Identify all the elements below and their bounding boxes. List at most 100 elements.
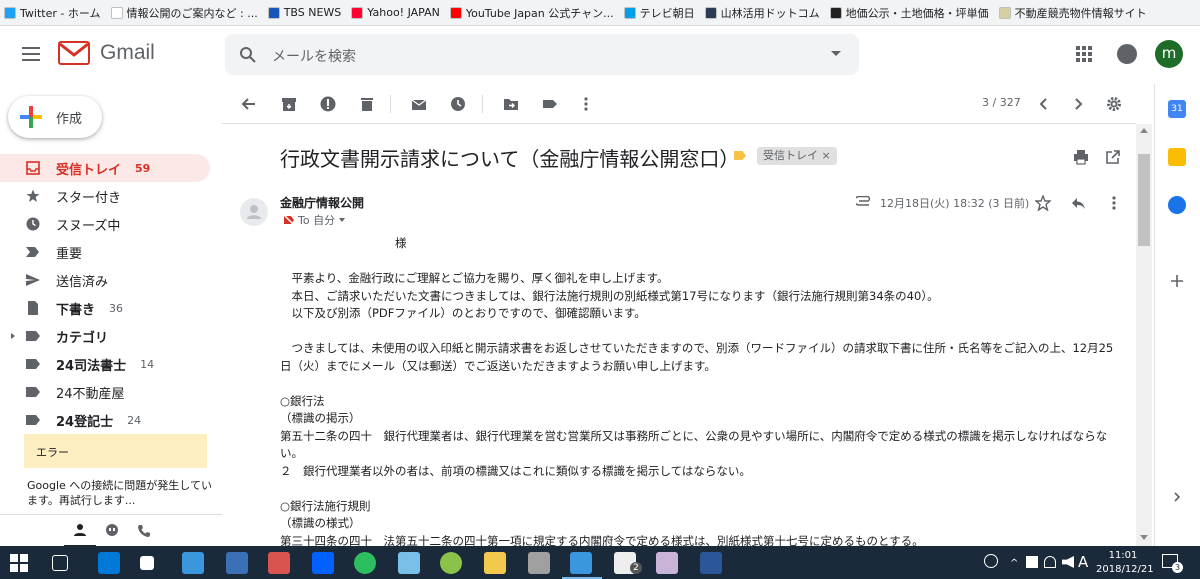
sidebar-item-count: 36 bbox=[109, 301, 124, 315]
ime-indicator[interactable]: A bbox=[1078, 553, 1088, 571]
sender-avatar[interactable] bbox=[240, 198, 268, 226]
add-addon-icon[interactable] bbox=[1170, 274, 1184, 288]
star-icon bbox=[26, 189, 40, 203]
sidebar-item-starred[interactable]: スター付き bbox=[0, 182, 222, 210]
snooze-icon[interactable] bbox=[450, 96, 466, 112]
scrollbar-thumb[interactable] bbox=[1138, 154, 1150, 246]
expand-arrow-icon[interactable] bbox=[11, 333, 15, 339]
bookmark-item[interactable]: 地価公示・土地価格・坪単価 bbox=[829, 5, 989, 21]
windows-start-icon[interactable] bbox=[10, 554, 28, 572]
notes-app-icon[interactable] bbox=[398, 552, 420, 574]
details-caret-icon[interactable] bbox=[339, 218, 346, 222]
sidebar-item-drafts[interactable]: 下書き 36 bbox=[0, 294, 222, 322]
back-arrow-icon[interactable] bbox=[240, 96, 256, 112]
blog-app-icon[interactable] bbox=[226, 552, 248, 574]
sidebar-item-important[interactable]: 重要 bbox=[0, 238, 222, 266]
app-icon[interactable] bbox=[140, 556, 154, 570]
calendar-icon[interactable]: 31 bbox=[1168, 100, 1186, 118]
edge-browser-icon[interactable] bbox=[98, 552, 120, 574]
message-view: 3 / 327 行政文書開示請求について（金融庁情報公開窓口） 受信トレイ × … bbox=[222, 84, 1136, 546]
mail-body-line: ○銀行法 bbox=[280, 393, 325, 408]
sidebar-item-label-3[interactable]: 24登記士 24 bbox=[0, 406, 222, 434]
bookmark-item[interactable]: テレビ朝日 bbox=[623, 5, 695, 21]
notifications-icon[interactable] bbox=[1117, 44, 1137, 64]
vertical-scrollbar[interactable] bbox=[1136, 124, 1152, 546]
tab-phone[interactable] bbox=[128, 515, 160, 546]
reply-icon[interactable] bbox=[1070, 195, 1086, 211]
bookmark-item[interactable]: YouTube Japan 公式チャン... bbox=[449, 5, 614, 21]
message-more-icon[interactable] bbox=[1106, 195, 1122, 211]
search-options-icon[interactable] bbox=[831, 51, 841, 56]
bookmark-item[interactable]: Yahoo! JAPAN bbox=[351, 6, 440, 19]
active-ie-icon[interactable] bbox=[570, 552, 592, 574]
newer-chevron-icon[interactable] bbox=[1036, 96, 1052, 112]
bookmark-item[interactable]: TBS NEWS bbox=[267, 6, 341, 19]
bookmark-label: テレビ朝日 bbox=[639, 6, 695, 20]
w-app-icon[interactable] bbox=[440, 552, 462, 574]
labels-icon[interactable] bbox=[542, 96, 558, 112]
scroll-up-icon[interactable] bbox=[1140, 128, 1148, 133]
sidebar-item-snoozed[interactable]: スヌーズ中 bbox=[0, 210, 222, 238]
older-chevron-icon[interactable] bbox=[1070, 96, 1086, 112]
system-clock[interactable]: 11:01 2018/12/21 bbox=[1096, 549, 1154, 577]
search-bar[interactable]: メールを検索 bbox=[225, 34, 859, 75]
recipient-line[interactable]: To 自分 bbox=[284, 212, 346, 228]
bookmarks-bar: Twitter - ホーム 情報公開のご案内など : ... TBS NEWS Yah… bbox=[0, 0, 1200, 26]
print-icon[interactable] bbox=[1073, 149, 1089, 165]
avatar[interactable]: m bbox=[1155, 40, 1183, 68]
file-explorer-icon[interactable] bbox=[484, 552, 506, 574]
battery-icon[interactable] bbox=[1026, 556, 1038, 568]
bookmark-item[interactable]: 情報公開のご案内など : ... bbox=[110, 5, 258, 21]
more-options-icon[interactable] bbox=[578, 96, 594, 112]
scroll-down-icon[interactable] bbox=[1140, 535, 1148, 540]
report-spam-icon[interactable] bbox=[320, 96, 336, 112]
search-input[interactable]: メールを検索 bbox=[272, 46, 356, 66]
volume-icon[interactable] bbox=[1062, 556, 1074, 568]
word-icon[interactable] bbox=[700, 552, 722, 574]
tray-chevron-icon[interactable]: ^ bbox=[1010, 558, 1018, 569]
dropbox-icon[interactable] bbox=[312, 552, 334, 574]
paint-app-icon[interactable] bbox=[528, 552, 550, 574]
sidebar-item-categories[interactable]: カテゴリ bbox=[0, 322, 222, 350]
search-icon[interactable] bbox=[239, 46, 257, 67]
sidebar-item-count: 24 bbox=[127, 413, 142, 427]
expand-panel-chevron-icon[interactable] bbox=[1170, 490, 1184, 504]
task-view-icon[interactable] bbox=[52, 555, 68, 571]
main-menu-icon[interactable] bbox=[22, 47, 40, 61]
bookmark-item[interactable]: 不動産競売物件情報サイト bbox=[998, 5, 1147, 21]
gmail-header: Gmail メールを検索 m bbox=[0, 27, 1200, 83]
sidebar-item-sent[interactable]: 送信済み bbox=[0, 266, 222, 294]
media-player-icon[interactable] bbox=[656, 552, 678, 574]
sidebar-item-label-1[interactable]: 24司法書士 14 bbox=[0, 350, 222, 378]
move-to-icon[interactable] bbox=[503, 96, 519, 112]
archive-icon[interactable] bbox=[281, 96, 297, 112]
compose-button[interactable]: 作成 bbox=[8, 96, 102, 138]
bookmark-item[interactable]: Twitter - ホーム bbox=[4, 5, 101, 21]
inbox-label-chip[interactable]: 受信トレイ × bbox=[757, 147, 837, 165]
sender-name[interactable]: 金融庁情報公開 bbox=[280, 194, 364, 211]
keep-icon[interactable] bbox=[1168, 148, 1186, 166]
wifi-icon[interactable] bbox=[1044, 556, 1056, 568]
mark-unread-icon[interactable] bbox=[411, 96, 427, 112]
bookmark-item[interactable]: 山林活用ドットコム bbox=[704, 5, 820, 21]
settings-gear-icon[interactable] bbox=[1106, 96, 1122, 112]
sidebar-item-label-2[interactable]: 24不動産屋 bbox=[0, 378, 222, 406]
important-marker-icon[interactable] bbox=[734, 151, 746, 160]
people-icon[interactable] bbox=[984, 554, 998, 568]
clock-time: 11:01 bbox=[1108, 550, 1138, 561]
tasks-icon[interactable] bbox=[1168, 196, 1186, 214]
delete-icon[interactable] bbox=[359, 96, 375, 112]
google-apps-icon[interactable] bbox=[1076, 46, 1092, 62]
evernote-icon[interactable] bbox=[354, 552, 376, 574]
internet-explorer-icon[interactable] bbox=[182, 552, 204, 574]
tab-hangouts[interactable] bbox=[96, 515, 128, 546]
compose-label: 作成 bbox=[56, 111, 83, 127]
sidebar-item-inbox[interactable]: 受信トレイ 59 bbox=[0, 154, 210, 182]
open-new-window-icon[interactable] bbox=[1105, 149, 1121, 165]
sidebar-item-label: カテゴリ bbox=[56, 330, 109, 346]
star-icon[interactable] bbox=[1034, 194, 1052, 212]
bookmark-favicon-icon bbox=[4, 6, 16, 19]
media-app-icon[interactable] bbox=[268, 552, 290, 574]
tab-contacts[interactable] bbox=[64, 515, 96, 546]
gmail-logo[interactable]: Gmail bbox=[58, 41, 155, 65]
